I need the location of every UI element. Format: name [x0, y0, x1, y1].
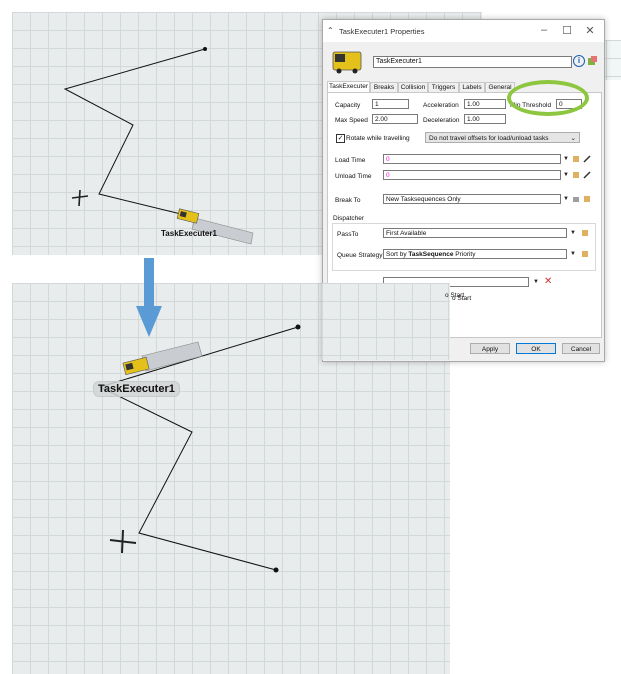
passto-label: PassTo [337, 231, 359, 238]
load-time-label: Load Time [335, 157, 366, 164]
passto-script-icon[interactable] [581, 229, 589, 237]
acceleration-input[interactable]: 1.00 [464, 99, 506, 109]
cancel-button[interactable]: Cancel [562, 343, 600, 354]
task-executer-label-top: TaskExecuter1 [161, 229, 217, 238]
apply-button[interactable]: Apply [470, 343, 510, 354]
task-executer-bottom-icon [122, 341, 203, 376]
rotate-label: Rotate while travelling [346, 135, 410, 142]
acceleration-label: Acceleration [423, 102, 459, 109]
chevron-down-icon: ⌄ [570, 135, 576, 142]
path-node-bottom-start [273, 567, 279, 573]
model-view-bottom-overlap [322, 283, 450, 360]
origin-cross-bottom-icon [109, 529, 137, 554]
start-text-visible: o Start [445, 292, 465, 299]
dialog-app-icon: ⌃ [327, 26, 334, 35]
minimize-button[interactable]: – [537, 24, 551, 36]
max-speed-input[interactable]: 2.00 [372, 114, 418, 124]
capacity-label: Capacity [335, 102, 361, 109]
queue-strategy-label: Queue Strategy [337, 252, 383, 259]
unload-time-label: Unload Time [335, 173, 372, 180]
max-speed-label: Max Speed [335, 117, 368, 124]
task-executer-thumbnail-icon [332, 51, 362, 74]
ok-button[interactable]: OK [516, 343, 556, 354]
down-arrow-icon [136, 258, 162, 337]
break-to-dropdown-icon[interactable]: ▼ [563, 196, 569, 202]
load-time-input[interactable]: 0 [383, 154, 561, 164]
path-node-bottom-end [295, 324, 301, 330]
unload-time-input[interactable]: 0 [383, 170, 561, 180]
break-to-script-icon[interactable] [583, 195, 591, 203]
unload-time-picker-icon[interactable] [583, 171, 591, 179]
queue-suffix: Priority [453, 251, 476, 258]
highlight-ring [507, 80, 589, 116]
deceleration-label: Deceleration [423, 117, 460, 124]
rotate-checkbox[interactable]: ✓ [336, 134, 345, 143]
load-time-picker-icon[interactable] [583, 155, 591, 163]
task-executer-top-icon [176, 208, 254, 245]
edit-properties-icon[interactable] [587, 55, 598, 66]
task-executer-label-bottom: TaskExecuter1 [93, 381, 180, 397]
dialog-title: TaskExecuter1 Properties [339, 27, 425, 36]
info-icon[interactable]: i [573, 55, 585, 67]
break-to-input[interactable]: New Tasksequences Only [383, 194, 561, 204]
hidden-row-dropdown-icon[interactable]: ▼ [533, 279, 539, 285]
queue-prefix: Sort by [386, 251, 409, 258]
queue-strategy-script-icon[interactable] [581, 250, 589, 258]
travel-offset-value: Do not travel offsets for load/unload ta… [429, 135, 549, 142]
travel-offset-select[interactable]: Do not travel offsets for load/unload ta… [425, 132, 580, 143]
load-time-dropdown-icon[interactable]: ▼ [563, 156, 569, 162]
object-name-input[interactable]: TaskExecuter1 [373, 56, 572, 68]
queue-strategy-dropdown-icon[interactable]: ▼ [570, 251, 576, 257]
queue-bold: TaskSequence [408, 251, 454, 258]
unload-time-script-icon[interactable] [572, 171, 580, 179]
dispatcher-label: Dispatcher [333, 215, 365, 222]
passto-input[interactable]: First Available [383, 228, 567, 238]
passto-dropdown-icon[interactable]: ▼ [570, 230, 576, 236]
dialog-titlebar[interactable]: ⌃ TaskExecuter1 Properties – ☐ ✕ [323, 20, 604, 42]
remove-icon[interactable]: ✕ [544, 276, 552, 287]
deceleration-input[interactable]: 1.00 [464, 114, 506, 124]
close-button[interactable]: ✕ [583, 24, 597, 37]
break-to-label: Break To [335, 197, 361, 204]
load-time-script-icon[interactable] [572, 155, 580, 163]
unload-time-dropdown-icon[interactable]: ▼ [563, 172, 569, 178]
break-to-edit-icon[interactable] [572, 195, 580, 203]
travel-path-top [63, 48, 206, 216]
maximize-button[interactable]: ☐ [560, 24, 574, 37]
capacity-input[interactable]: 1 [372, 99, 409, 109]
path-node-top-end [203, 47, 207, 51]
origin-cross-top-icon [71, 189, 89, 207]
queue-strategy-input[interactable]: Sort by TaskSequence Priority [383, 249, 567, 259]
